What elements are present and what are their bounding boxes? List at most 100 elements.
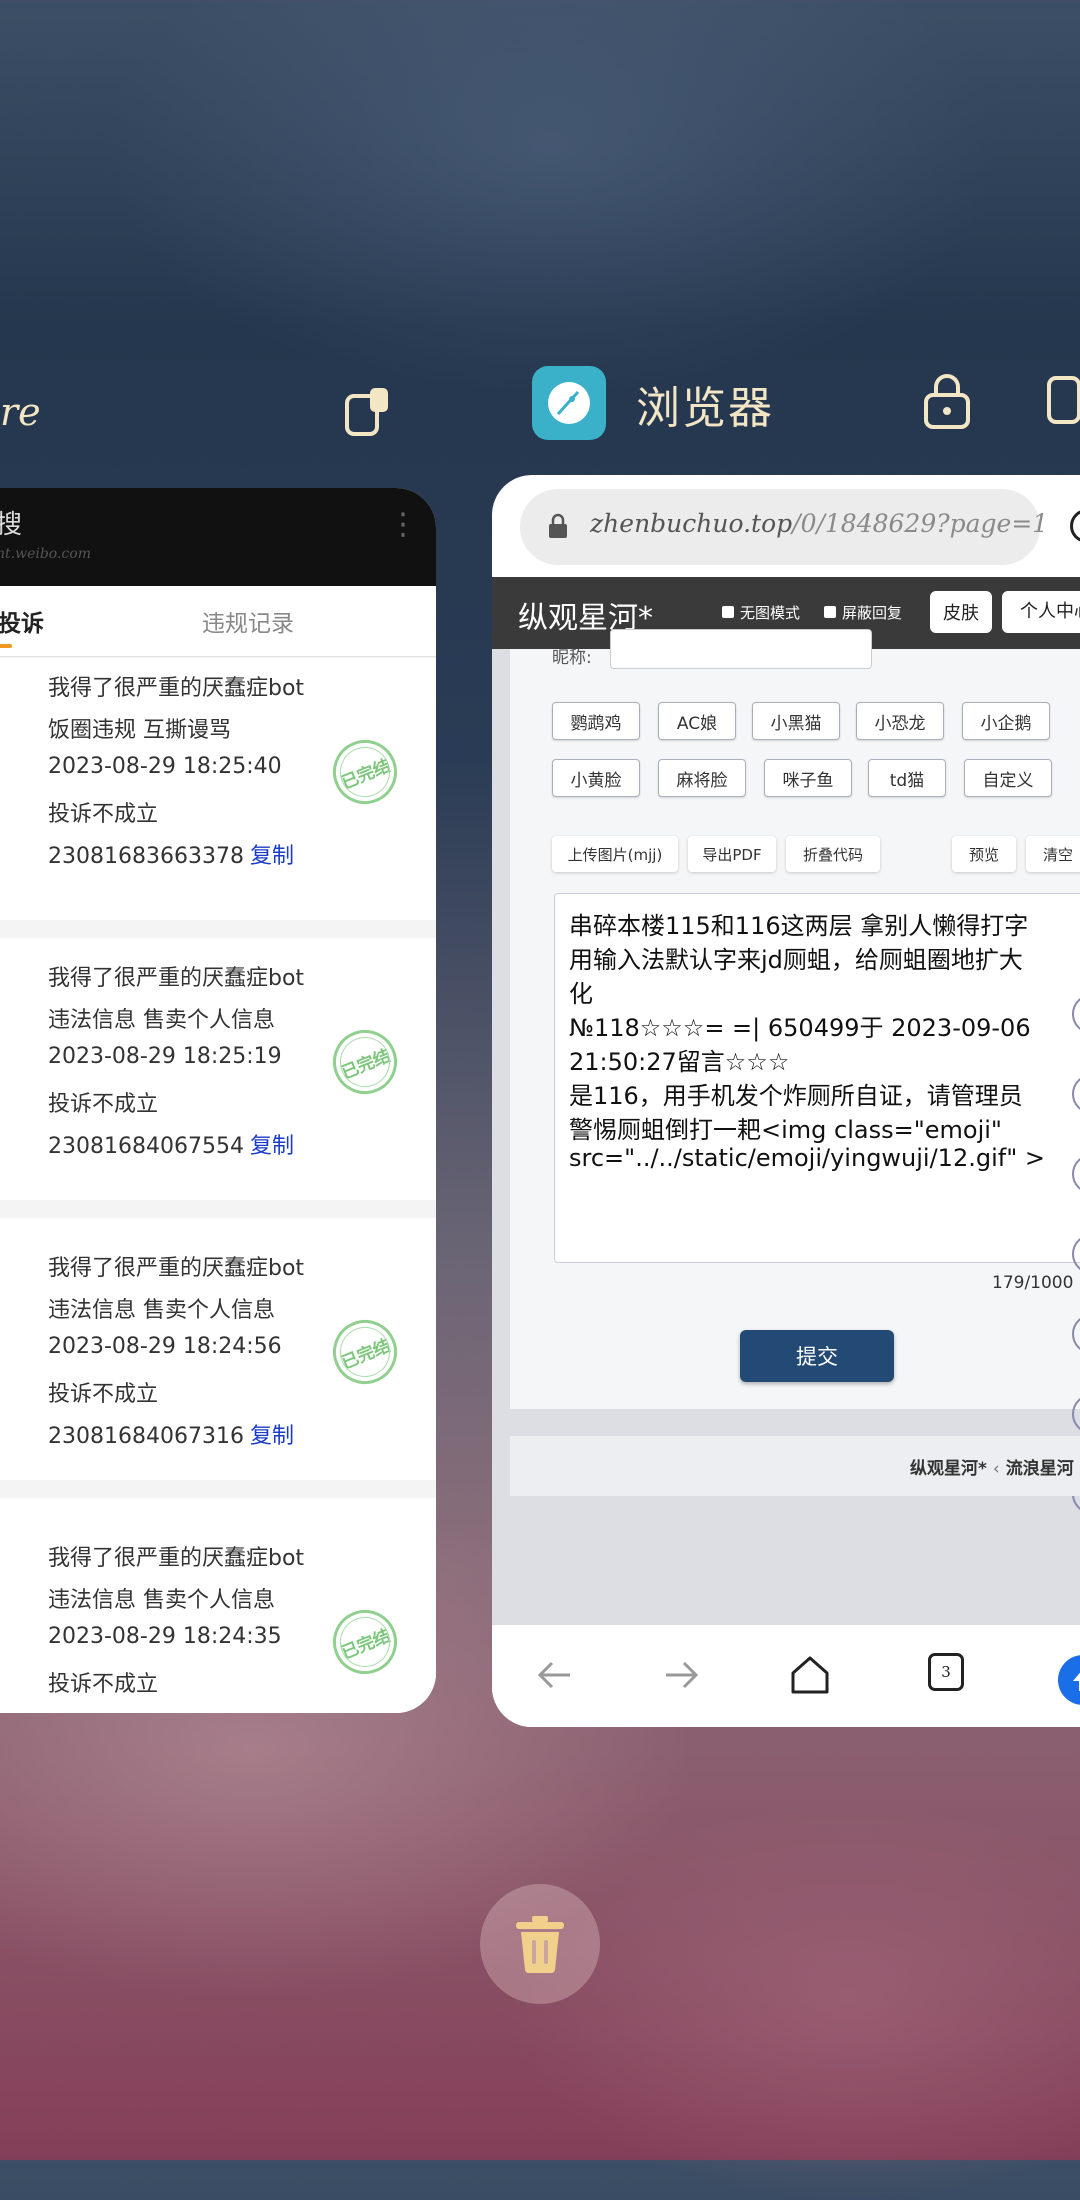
item-time: 2023-08-29 18:25:19 bbox=[48, 1044, 282, 1069]
tab-violations[interactable]: 违规记录 bbox=[202, 604, 294, 638]
emoji-set-button[interactable]: 小黄脸 bbox=[552, 759, 640, 797]
more-icon[interactable]: ⋮ bbox=[388, 510, 418, 540]
trash-icon bbox=[516, 1916, 564, 1974]
item-status: 投诉不成立 bbox=[48, 1672, 159, 1697]
nickname-label: 昵称: bbox=[552, 648, 592, 668]
item-id: 23081684067316 bbox=[48, 1424, 244, 1449]
export-pdf-button[interactable]: 导出PDF bbox=[688, 836, 776, 872]
breadcrumb-trail: 纵观星河* ‹ 流浪星河 bbox=[910, 1454, 1074, 1479]
browser-toolbar: 3 bbox=[492, 1625, 1080, 1727]
breadcrumb: 纵观星河* ‹ 流浪星河 bbox=[510, 1436, 1080, 1496]
skin-button[interactable]: 皮肤 bbox=[930, 591, 992, 633]
item-id: 23081683663378 bbox=[48, 844, 244, 869]
upload-image-button[interactable]: 上传图片(mjj) bbox=[552, 836, 678, 872]
item-status: 投诉不成立 bbox=[48, 1382, 159, 1407]
item-title: 我得了很严重的厌蠢症bot bbox=[48, 676, 305, 701]
url-path: /0/1848629?page=1 bbox=[792, 509, 1049, 538]
tabs-count-icon[interactable]: 3 bbox=[928, 1653, 964, 1691]
completed-stamp: 已完结 bbox=[323, 1600, 407, 1684]
textarea-line: src="../../static/emoji/yingwuji/12.gif"… bbox=[569, 1144, 1045, 1172]
url-text: zhenbuchuo.top/0/1848629?page=1 bbox=[590, 509, 1048, 538]
item-status: 投诉不成立 bbox=[48, 802, 159, 827]
list-item[interactable]: 我得了很严重的厌蠢症bot 违法信息 售卖个人信息 2023-08-29 18:… bbox=[0, 938, 436, 1200]
item-id-row: 23081684067554 复制 bbox=[48, 1128, 294, 1160]
split-screen-icon[interactable] bbox=[1046, 366, 1080, 426]
item-reason: 违法信息 售卖个人信息 bbox=[48, 1298, 275, 1323]
back-arrow-icon[interactable] bbox=[532, 1653, 576, 1697]
char-counter: 179/1000 bbox=[992, 1273, 1074, 1293]
lock-icon[interactable] bbox=[922, 370, 972, 430]
emoji-set-button[interactable]: 自定义 bbox=[964, 759, 1052, 797]
nickname-input[interactable] bbox=[610, 629, 872, 669]
emoji-set-button[interactable]: 小企鹅 bbox=[962, 702, 1050, 740]
copy-link[interactable]: 复制 bbox=[250, 1134, 294, 1159]
no-image-label: 无图模式 bbox=[740, 604, 801, 622]
clear-button[interactable]: 清空 bbox=[1026, 836, 1080, 872]
clear-all-button[interactable] bbox=[480, 1884, 600, 2004]
completed-stamp: 已完结 bbox=[323, 730, 407, 814]
emoji-set-button[interactable]: AC娘 bbox=[658, 702, 736, 740]
item-title: 我得了很严重的厌蠢症bot bbox=[48, 1546, 305, 1571]
item-time: 2023-08-29 18:24:56 bbox=[48, 1334, 282, 1359]
copy-link[interactable]: 复制 bbox=[250, 844, 294, 869]
browser-app-title: 浏览器 bbox=[636, 383, 774, 434]
forward-arrow-icon[interactable] bbox=[660, 1653, 704, 1697]
emoji-set-button[interactable]: 咪子鱼 bbox=[764, 759, 852, 797]
textarea-line: 是116，用手机发个炸厕所自证，请管理员 bbox=[569, 1082, 1023, 1110]
split-screen-icon[interactable] bbox=[344, 386, 390, 438]
recent-app-card-weibo[interactable]: 搜 nt.weibo.com ⋮ 投诉 违规记录 我得了很严重的厌蠢症bot 饭… bbox=[0, 488, 436, 1713]
completed-stamp: 已完结 bbox=[323, 1020, 407, 1104]
list-item[interactable]: 我得了很严重的厌蠢症bot 违法信息 售卖个人信息 2023-08-29 18:… bbox=[0, 1498, 436, 1713]
textarea-line: 串碎本楼115和116这两层 拿别人懒得打字 bbox=[569, 912, 1029, 940]
no-image-checkbox[interactable] bbox=[722, 606, 734, 618]
personal-center-button[interactable]: 个人中心 bbox=[1002, 591, 1080, 633]
breadcrumb-board[interactable]: 流浪星河 bbox=[1006, 1459, 1074, 1479]
item-time: 2023-08-29 18:24:35 bbox=[48, 1624, 282, 1649]
fold-code-button[interactable]: 折叠代码 bbox=[786, 836, 880, 872]
reload-icon[interactable] bbox=[1070, 509, 1080, 543]
tab-indicator bbox=[0, 644, 12, 648]
item-reason: 违法信息 售卖个人信息 bbox=[48, 1008, 275, 1033]
topbar-subtitle: nt.weibo.com bbox=[0, 546, 91, 562]
browser-app-icon bbox=[532, 366, 606, 440]
upload-icon[interactable] bbox=[1058, 1655, 1080, 1705]
url-host: zhenbuchuo.top bbox=[590, 509, 793, 538]
secure-lock-icon bbox=[549, 513, 567, 538]
chevron-left-icon: ‹ bbox=[992, 1459, 1000, 1479]
preview-button[interactable]: 预览 bbox=[952, 836, 1016, 872]
list-item[interactable]: 我得了很严重的厌蠢症bot 违法信息 售卖个人信息 2023-08-29 18:… bbox=[0, 1218, 436, 1480]
item-id-row: 23081684067316 复制 bbox=[48, 1418, 294, 1450]
submit-button[interactable]: 提交 bbox=[740, 1330, 894, 1382]
item-title: 我得了很严重的厌蠢症bot bbox=[48, 966, 305, 991]
reply-form: 昵称: 鹦鹉鸡 AC娘 小黑猫 小恐龙 小企鹅 小黄脸 麻将脸 咪子鱼 td猫 … bbox=[510, 629, 1080, 1409]
textarea-line: 用输入法默认字来jd厕蛆，给厕蛆圈地扩大 bbox=[569, 946, 1023, 974]
item-time: 2023-08-29 18:25:40 bbox=[48, 754, 282, 779]
left-app-title: re bbox=[0, 390, 41, 434]
list-item[interactable]: 我得了很严重的厌蠢症bot 饭圈违规 互撕谩骂 2023-08-29 18:25… bbox=[0, 658, 436, 920]
emoji-set-button[interactable]: 鹦鹉鸡 bbox=[552, 702, 640, 740]
emoji-set-button[interactable]: td猫 bbox=[868, 759, 946, 797]
emoji-set-button[interactable]: 小恐龙 bbox=[856, 702, 944, 740]
recent-app-card-browser[interactable]: zhenbuchuo.top/0/1848629?page=1 纵观星河* 无图… bbox=[492, 475, 1080, 1727]
emoji-set-button[interactable]: 小黑猫 bbox=[752, 702, 840, 740]
textarea-line: 21:50:27留言☆☆☆ bbox=[569, 1048, 790, 1076]
item-reason: 饭圈违规 互撕谩骂 bbox=[48, 718, 231, 743]
home-icon[interactable] bbox=[788, 1653, 832, 1697]
block-reply-checkbox[interactable] bbox=[824, 606, 836, 618]
tab-complaints[interactable]: 投诉 bbox=[0, 604, 44, 638]
tab-bar: 投诉 违规记录 bbox=[0, 586, 436, 657]
item-reason: 违法信息 售卖个人信息 bbox=[48, 1588, 275, 1613]
textarea-line: №118☆☆☆= =| 650499于 2023-09-06 bbox=[569, 1014, 1031, 1042]
app-topbar: 搜 nt.weibo.com ⋮ bbox=[0, 488, 436, 586]
breadcrumb-home[interactable]: 纵观星河* bbox=[910, 1459, 987, 1479]
page-content: 昵称: 鹦鹉鸡 AC娘 小黑猫 小恐龙 小企鹅 小黄脸 麻将脸 咪子鱼 td猫 … bbox=[492, 629, 1080, 1727]
item-title: 我得了很严重的厌蠢症bot bbox=[48, 1256, 305, 1281]
address-bar[interactable]: zhenbuchuo.top/0/1848629?page=1 bbox=[520, 489, 1048, 565]
reply-textarea[interactable]: 串碎本楼115和116这两层 拿别人懒得打字 用输入法默认字来jd厕蛆，给厕蛆圈… bbox=[554, 893, 1080, 1263]
emoji-set-button[interactable]: 麻将脸 bbox=[658, 759, 746, 797]
completed-stamp: 已完结 bbox=[323, 1310, 407, 1394]
block-reply-label: 屏蔽回复 bbox=[842, 604, 903, 622]
item-id-row: 23081683663378 复制 bbox=[48, 838, 294, 870]
textarea-line: 警惕厕蛆倒打一耙<img class="emoji" bbox=[569, 1116, 1002, 1144]
copy-link[interactable]: 复制 bbox=[250, 1424, 294, 1449]
